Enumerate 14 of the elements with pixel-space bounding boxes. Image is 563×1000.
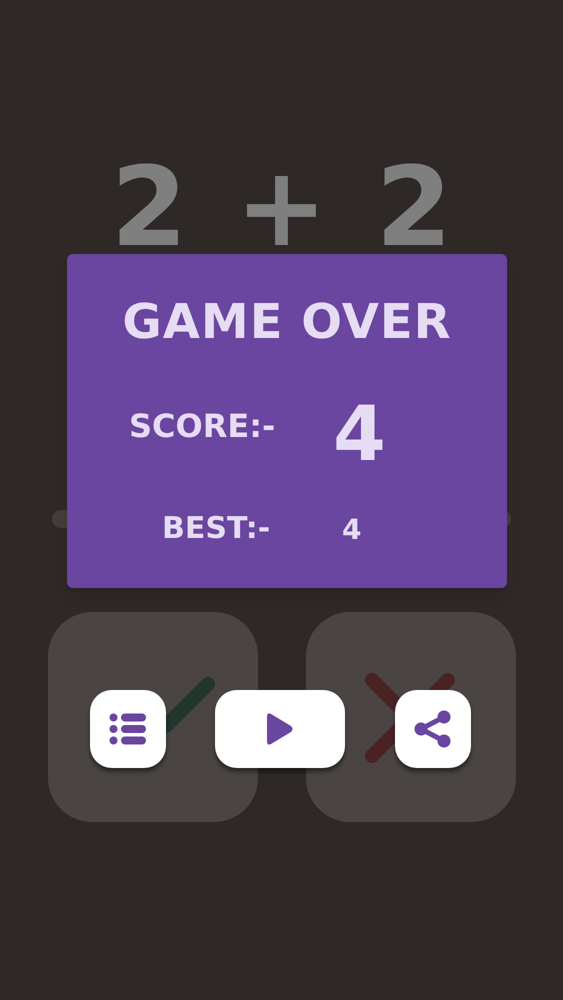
- equation-text: +: [235, 152, 328, 262]
- share-button[interactable]: [395, 690, 471, 768]
- list-button[interactable]: [90, 690, 166, 768]
- equation-text: 2: [376, 152, 452, 262]
- play-button[interactable]: [215, 690, 345, 768]
- share-icon: [414, 710, 452, 748]
- score-label: SCORE:-: [129, 410, 276, 442]
- score-value: 4: [333, 396, 386, 472]
- equation-text: 2: [110, 152, 188, 262]
- play-icon: [267, 712, 293, 746]
- best-label: BEST:-: [162, 514, 270, 544]
- game-over-title: GAME OVER: [121, 298, 453, 346]
- best-value: 4: [342, 516, 362, 544]
- list-icon: [109, 713, 147, 745]
